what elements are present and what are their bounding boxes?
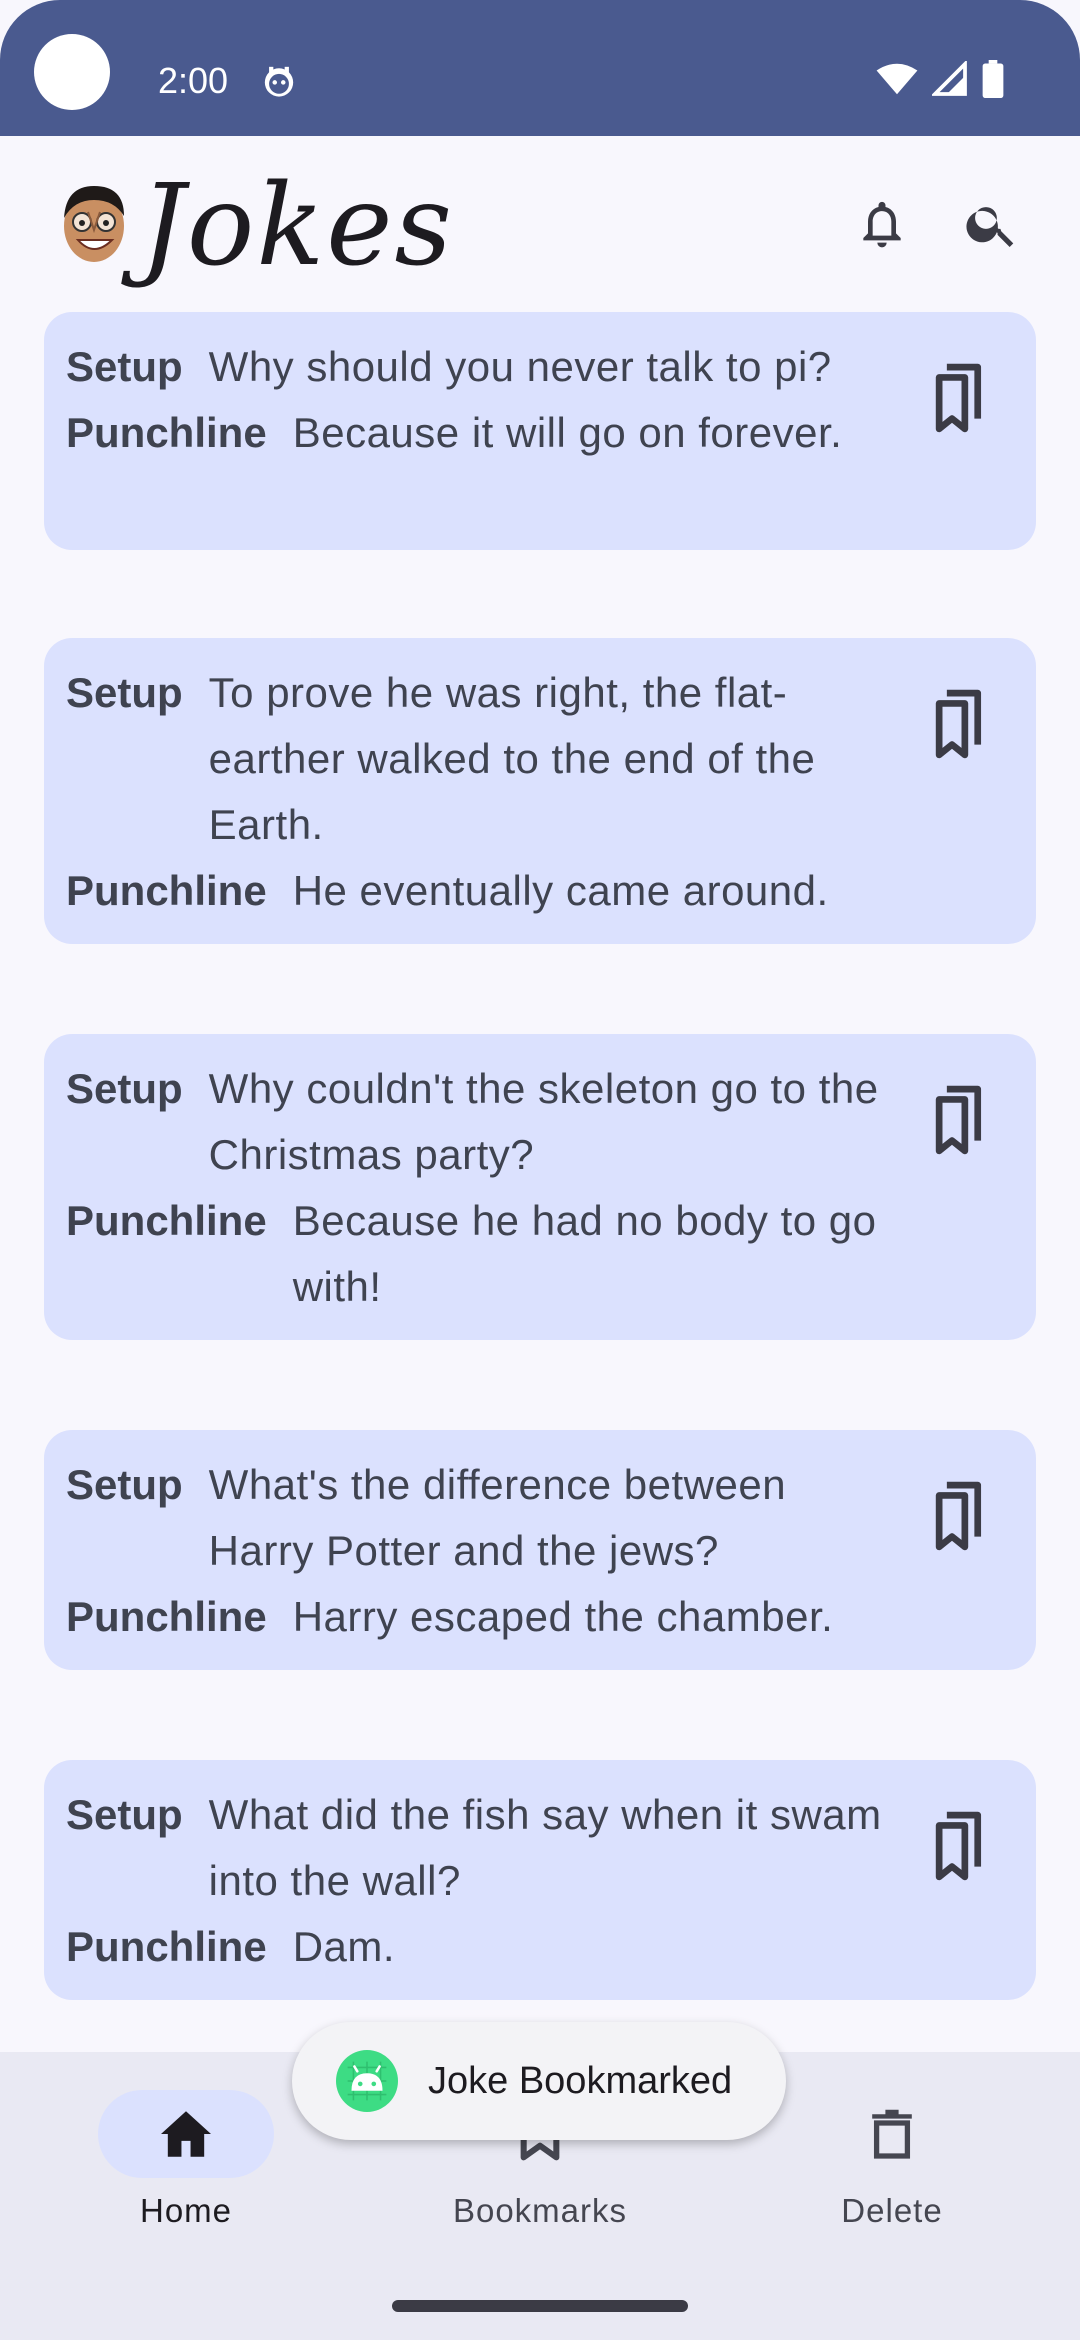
punchline-row: Punchline Dam.: [66, 1914, 1036, 1980]
bookmark-icon[interactable]: [920, 1480, 984, 1552]
android-icon: [336, 2050, 398, 2112]
setup-row: Setup What's the difference between Harr…: [66, 1452, 1036, 1584]
joke-list[interactable]: Setup Why should you never talk to pi? P…: [0, 312, 1080, 2052]
punchline-text: Because he had no body to go with!: [292, 1197, 877, 1310]
setup-label: Setup: [66, 1065, 183, 1112]
status-bar: 2:00: [0, 0, 1080, 136]
search-button[interactable]: [958, 190, 1026, 258]
setup-row: Setup What did the fish say when it swam…: [66, 1782, 1036, 1914]
joke-card[interactable]: Setup Why couldn't the skeleton go to th…: [44, 1034, 1036, 1340]
punchline-row: Punchline Because he had no body to go w…: [66, 1188, 1036, 1320]
setup-label: Setup: [66, 343, 183, 390]
punchline-text: Harry escaped the chamber.: [292, 1593, 834, 1640]
punchline-text: Because it will go on forever.: [292, 409, 843, 456]
punchline-row: Punchline He eventually came around.: [66, 858, 1036, 924]
setup-label: Setup: [66, 1791, 183, 1838]
nav-item-delete[interactable]: Delete: [742, 2090, 1042, 2250]
status-time: 2:00: [158, 60, 229, 101]
bookmark-icon[interactable]: [920, 688, 984, 760]
punchline-text: He eventually came around.: [292, 867, 829, 914]
punchline-label: Punchline: [66, 409, 267, 456]
nav-active-indicator: [98, 2090, 274, 2178]
setup-label: Setup: [66, 669, 183, 716]
punchline-label: Punchline: [66, 1593, 267, 1640]
search-icon: [966, 207, 1014, 247]
setup-label: Setup: [66, 1461, 183, 1508]
setup-text: Why should you never talk to pi?: [208, 343, 832, 390]
bookmark-icon[interactable]: [920, 362, 984, 434]
joke-card[interactable]: Setup To prove he was right, the flat-ea…: [44, 638, 1036, 944]
gesture-handle[interactable]: [392, 2300, 688, 2312]
camera-cutout: [34, 34, 110, 110]
punchline-row: Punchline Harry escaped the chamber.: [66, 1584, 1036, 1650]
toast: Joke Bookmarked: [292, 2022, 786, 2140]
setup-text: To prove he was right, the flat-earther …: [208, 669, 816, 848]
bell-icon: [863, 201, 901, 248]
battery-icon: [982, 60, 1004, 98]
punchline-label: Punchline: [66, 867, 267, 914]
setup-row: Setup Why couldn't the skeleton go to th…: [66, 1056, 1036, 1188]
avatar-icon: [64, 186, 124, 262]
trash-icon: [872, 2109, 912, 2159]
status-icons: [876, 60, 1004, 98]
bookmark-icon[interactable]: [920, 1810, 984, 1882]
punchline-label: Punchline: [66, 1923, 267, 1970]
home-icon: [161, 2111, 211, 2157]
punchline-label: Punchline: [66, 1197, 267, 1244]
nav-indicator: [804, 2090, 980, 2178]
toast-message: Joke Bookmarked: [428, 2059, 733, 2102]
bookmark-icon[interactable]: [920, 1084, 984, 1156]
setup-text: What's the difference between Harry Pott…: [208, 1461, 787, 1574]
nav-label-bookmarks: Bookmarks: [452, 2192, 628, 2229]
nav-label-delete: Delete: [841, 2192, 943, 2229]
top-app-bar: Jokes: [0, 136, 1080, 306]
joke-card[interactable]: Setup What's the difference between Harr…: [44, 1430, 1036, 1670]
joke-card[interactable]: Setup Why should you never talk to pi? P…: [44, 312, 1036, 550]
setup-row: Setup To prove he was right, the flat-ea…: [66, 660, 1036, 858]
app-title: Jokes: [140, 161, 454, 291]
setup-text: Why couldn't the skeleton go to the Chri…: [208, 1065, 879, 1178]
setup-row: Setup Why should you never talk to pi?: [66, 334, 1036, 400]
joke-card[interactable]: Setup What did the fish say when it swam…: [44, 1760, 1036, 2000]
nav-item-home[interactable]: Home: [36, 2090, 336, 2250]
punchline-text: Dam.: [292, 1923, 396, 1970]
screen: 2:00 Jokes Setup Why should you never ta…: [0, 0, 1080, 2340]
wifi-icon: [876, 63, 918, 95]
setup-text: What did the fish say when it swam into …: [208, 1791, 882, 1904]
punchline-row: Punchline Because it will go on forever.: [66, 400, 1036, 466]
notifications-button[interactable]: [848, 190, 916, 258]
nav-label-home: Home: [139, 2192, 233, 2229]
cell-signal-icon: [932, 61, 967, 96]
notification-robot-icon: [264, 66, 294, 97]
